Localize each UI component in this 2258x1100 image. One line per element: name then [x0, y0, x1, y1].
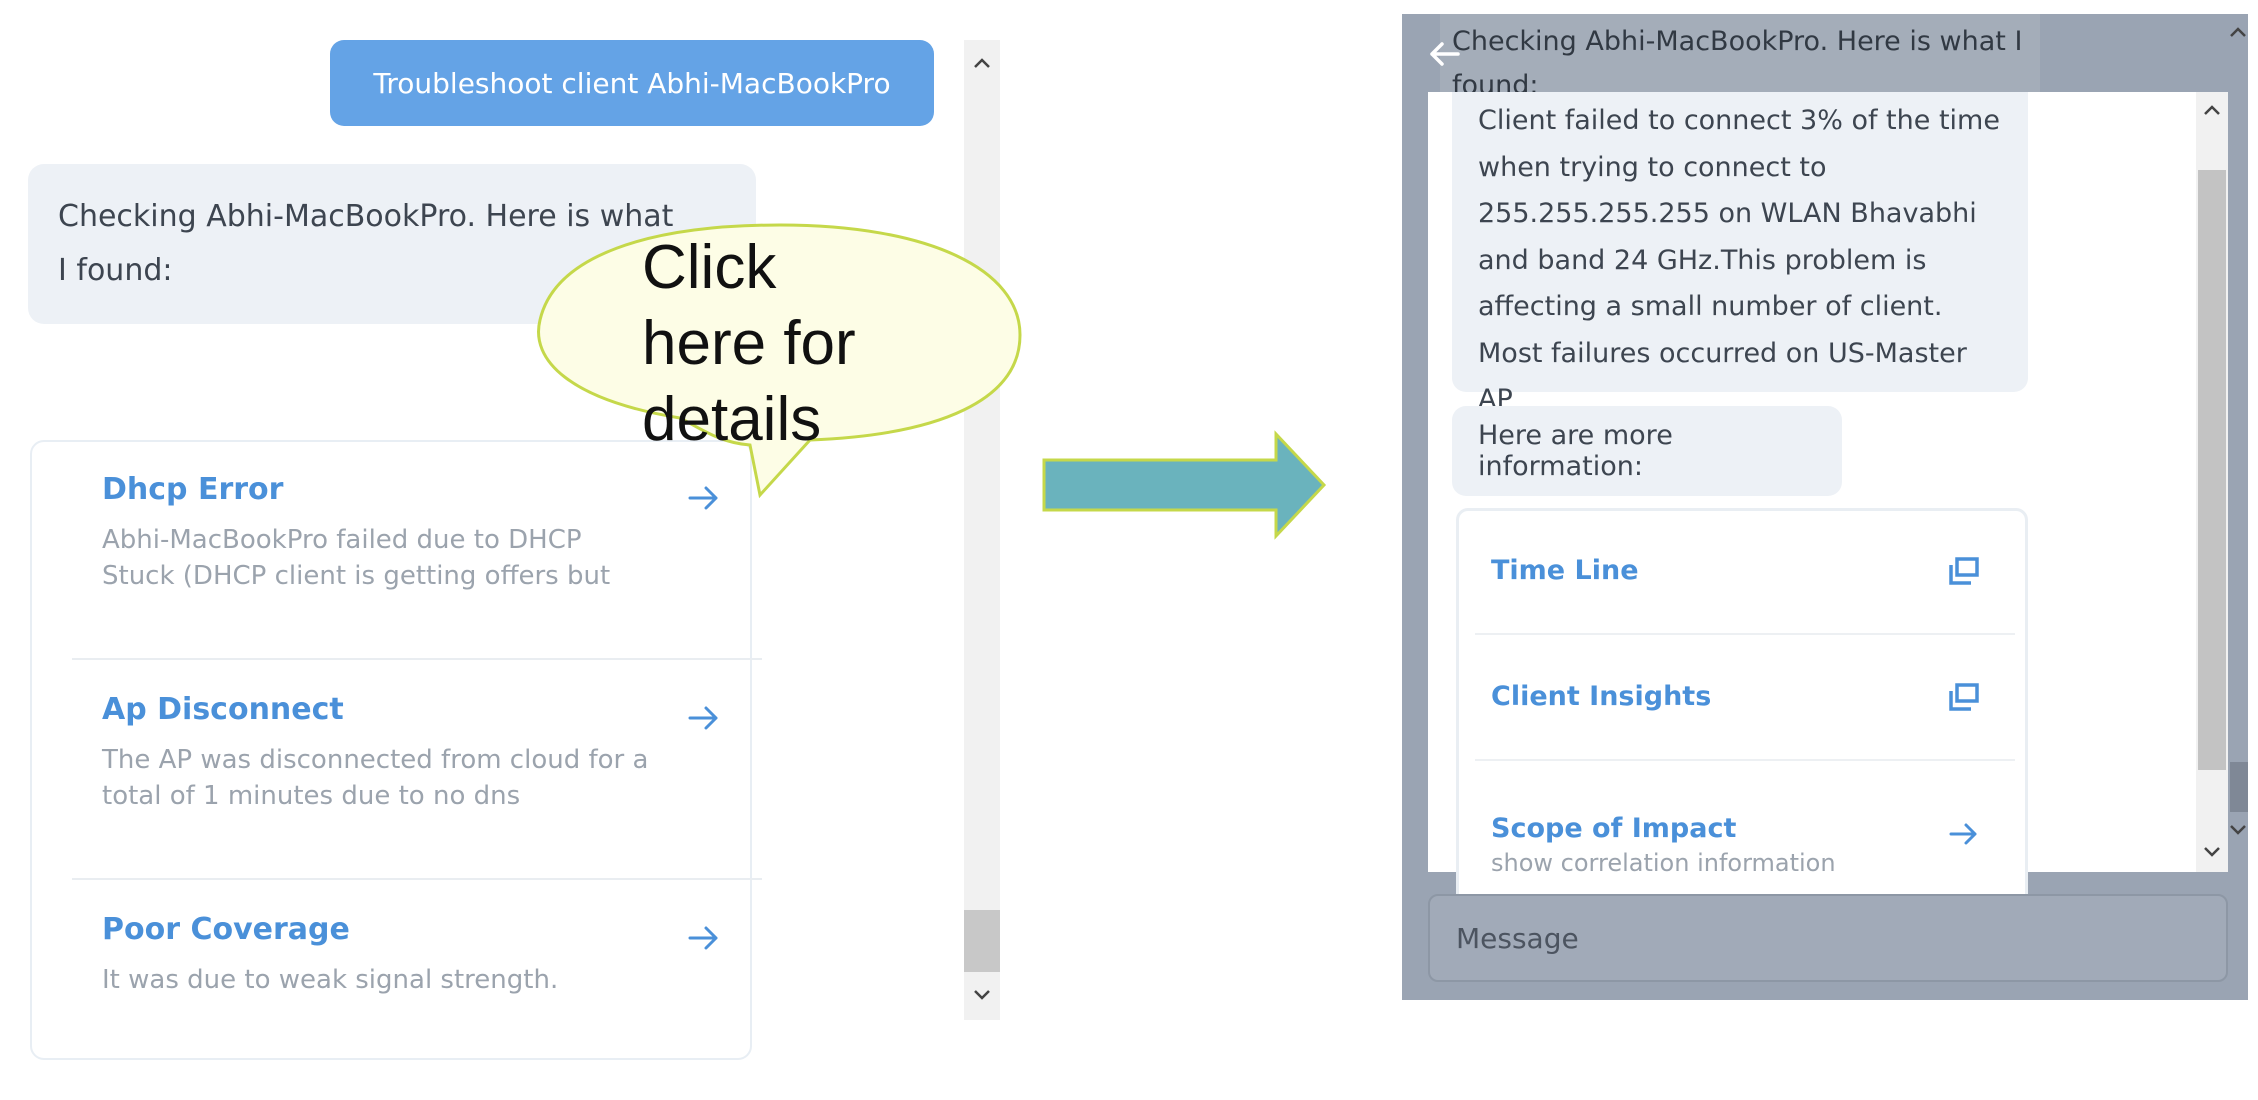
link-scope-of-impact[interactable]: Scope of Impact show correlation informa…: [1475, 763, 2015, 887]
user-message-text: Troubleshoot client Abhi-MacBookPro: [373, 66, 891, 100]
user-message-bubble: Troubleshoot client Abhi-MacBookPro: [330, 40, 934, 126]
scrollbar-thumb[interactable]: [2230, 762, 2248, 812]
issue-description: It was due to weak signal strength.: [102, 965, 559, 995]
transition-arrow: [1042, 430, 1327, 540]
chevron-down-icon[interactable]: [2202, 844, 2222, 863]
message-input[interactable]: Message: [1428, 894, 2228, 982]
scrollbar-thumb[interactable]: [964, 910, 1000, 972]
chevron-up-icon[interactable]: [964, 48, 1000, 78]
link-sublabel: show correlation information: [1491, 849, 1836, 877]
message-placeholder: Message: [1456, 921, 1579, 955]
chevron-up-icon[interactable]: [2228, 24, 2248, 43]
issue-item-poor-coverage[interactable]: Poor Coverage It was due to weak signal …: [72, 882, 762, 1100]
link-label[interactable]: Time Line: [1491, 555, 1639, 586]
outer-scrollbar[interactable]: [2228, 14, 2248, 1000]
bot-detail-bubble: Client failed to connect 3% of the time …: [1452, 92, 2028, 415]
arrow-right-icon[interactable]: [684, 698, 724, 738]
issue-title[interactable]: Dhcp Error: [102, 472, 283, 507]
arrow-right-icon[interactable]: [1945, 815, 1983, 853]
more-info-bubble: Here are more information:: [1452, 406, 1842, 496]
issue-title[interactable]: Ap Disconnect: [102, 692, 344, 727]
issue-description: The AP was disconnected from cloud for a…: [102, 745, 649, 811]
chevron-down-icon[interactable]: [2228, 822, 2248, 841]
link-time-line[interactable]: Time Line: [1475, 511, 2015, 635]
callout-text: Click here for details: [642, 233, 856, 454]
issues-card: Dhcp Error Abhi-MacBookPro failed due to…: [30, 440, 762, 1060]
back-arrow-icon[interactable]: [1424, 34, 1464, 74]
arrow-right-icon[interactable]: [684, 918, 724, 958]
link-label[interactable]: Client Insights: [1491, 681, 1711, 712]
info-links-card: Time Line Client Insights Scope of Impac…: [1456, 508, 2028, 908]
issue-title[interactable]: Poor Coverage: [102, 912, 350, 947]
open-window-icon[interactable]: [1945, 553, 1983, 591]
chevron-down-icon[interactable]: [964, 980, 1000, 1010]
link-client-insights[interactable]: Client Insights: [1475, 637, 2015, 761]
chat-scrollbar[interactable]: [2196, 92, 2228, 872]
left-scrollbar[interactable]: [964, 40, 1000, 1020]
more-info-text: Here are more information:: [1478, 420, 1673, 482]
link-label[interactable]: Scope of Impact: [1491, 813, 1736, 844]
scrollbar-thumb[interactable]: [2198, 170, 2226, 770]
bot-detail-text: Client failed to connect 3% of the time …: [1478, 105, 2000, 415]
open-window-icon[interactable]: [1945, 679, 1983, 717]
chevron-up-icon[interactable]: [2202, 102, 2222, 121]
issue-item-ap-disconnect[interactable]: Ap Disconnect The AP was disconnected fr…: [72, 662, 762, 880]
issue-description: Abhi-MacBookPro failed due to DHCP Stuck…: [102, 525, 611, 591]
